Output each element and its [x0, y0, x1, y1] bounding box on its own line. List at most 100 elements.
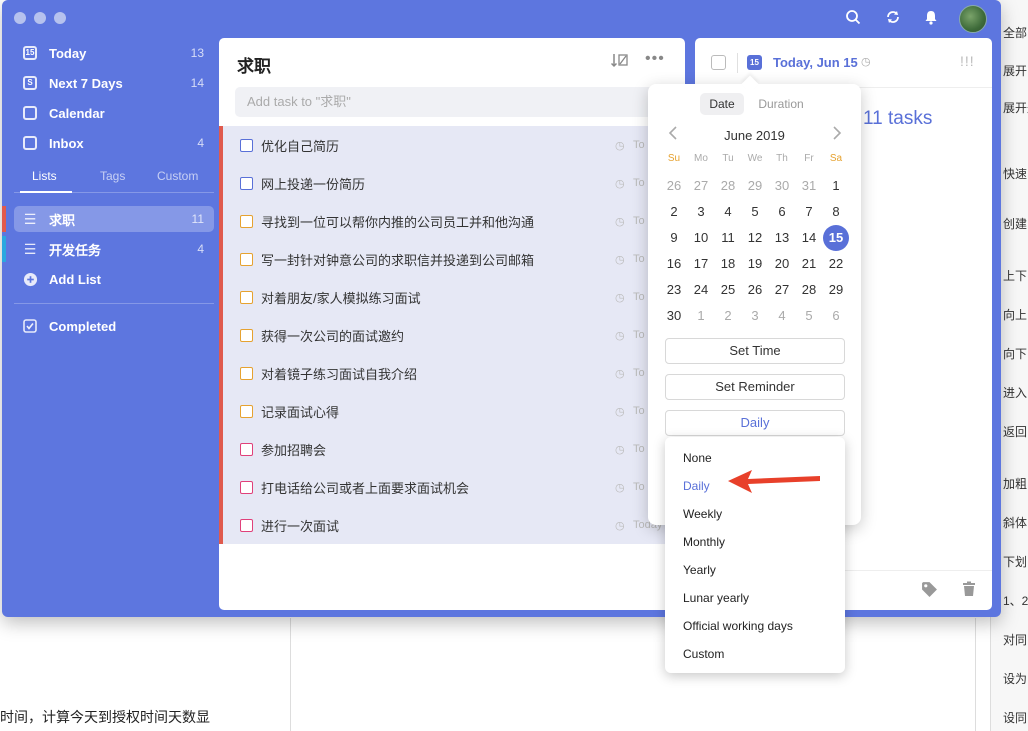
calendar-day[interactable]: 27 — [769, 277, 795, 303]
zoom-window-button[interactable] — [54, 12, 66, 24]
repeat-option[interactable]: Lunar yearly — [683, 591, 749, 605]
calendar-day[interactable]: 2 — [661, 199, 687, 225]
tab-tags[interactable]: Tags — [100, 169, 125, 183]
task-checkbox[interactable] — [240, 442, 253, 456]
calendar-day[interactable]: 27 — [688, 173, 714, 199]
calendar-day[interactable]: 5 — [742, 199, 768, 225]
calendar-day[interactable]: 4 — [715, 199, 741, 225]
task-row[interactable]: 写一封针对钟意公司的求职信并投递到公司邮箱 ◷ To — [219, 240, 685, 278]
calendar-day[interactable]: 3 — [742, 303, 768, 329]
repeat-option[interactable]: Official working days — [683, 619, 793, 633]
sidebar-list-job[interactable]: ☰ 求职 11 — [2, 206, 214, 232]
calendar-day[interactable]: 22 — [823, 251, 849, 277]
add-list-button[interactable]: Add List — [14, 266, 214, 292]
task-row[interactable]: 对着朋友/家人模拟练习面试 ◷ To — [219, 278, 685, 316]
task-checkbox[interactable] — [240, 518, 253, 532]
calendar-day[interactable]: 30 — [769, 173, 795, 199]
detail-checkbox[interactable] — [711, 55, 726, 70]
trash-icon[interactable] — [962, 581, 976, 601]
task-row[interactable]: 打电话给公司或者上面要求面试机会 ◷ To — [219, 468, 685, 506]
task-checkbox[interactable] — [240, 214, 253, 228]
close-window-button[interactable] — [14, 12, 26, 24]
tab-custom[interactable]: Custom — [157, 169, 198, 183]
calendar-day[interactable]: 8 — [823, 199, 849, 225]
more-options-icon[interactable]: ••• — [645, 50, 665, 68]
task-checkbox[interactable] — [240, 366, 253, 380]
calendar-day[interactable]: 7 — [796, 199, 822, 225]
task-checkbox[interactable] — [240, 138, 253, 152]
calendar-day[interactable]: 2 — [715, 303, 741, 329]
task-row[interactable]: 记录面试心得 ◷ To — [219, 392, 685, 430]
repeat-option[interactable]: Yearly — [683, 563, 716, 577]
task-checkbox[interactable] — [240, 404, 253, 418]
chevron-right-icon[interactable] — [832, 126, 842, 143]
calendar-day[interactable]: 29 — [823, 277, 849, 303]
calendar-day[interactable]: 29 — [742, 173, 768, 199]
calendar-day[interactable]: 31 — [796, 173, 822, 199]
tab-date[interactable]: Date — [700, 93, 744, 115]
add-task-input[interactable]: Add task to "求职" — [235, 87, 675, 117]
sidebar-item-inbox[interactable]: Inbox 4 — [14, 130, 214, 156]
due-date-button[interactable]: Today, Jun 15 — [773, 55, 858, 70]
calendar-day[interactable]: 28 — [715, 173, 741, 199]
tab-lists[interactable]: Lists — [32, 169, 57, 183]
sidebar-item-today[interactable]: 15 Today 13 — [14, 40, 214, 66]
repeat-option[interactable]: Custom — [683, 647, 724, 661]
calendar-day[interactable]: 26 — [742, 277, 768, 303]
task-row[interactable]: 参加招聘会 ◷ To — [219, 430, 685, 468]
calendar-day[interactable]: 1 — [823, 173, 849, 199]
calendar-day[interactable]: 1 — [688, 303, 714, 329]
task-checkbox[interactable] — [240, 480, 253, 494]
user-avatar[interactable] — [959, 5, 987, 33]
calendar-day[interactable]: 20 — [769, 251, 795, 277]
calendar-day[interactable]: 12 — [742, 225, 768, 251]
repeat-option[interactable]: None — [683, 451, 712, 465]
calendar-day[interactable]: 9 — [661, 225, 687, 251]
repeat-select[interactable]: Daily — [665, 410, 845, 436]
calendar-day[interactable]: 19 — [742, 251, 768, 277]
notification-bell-icon[interactable] — [920, 9, 942, 31]
calendar-day[interactable]: 6 — [823, 303, 849, 329]
task-row[interactable]: 优化自己简历 ◷ To — [219, 126, 685, 164]
calendar-day[interactable]: 16 — [661, 251, 687, 277]
calendar-day[interactable]: 3 — [688, 199, 714, 225]
task-row[interactable]: 获得一次公司的面试邀约 ◷ To — [219, 316, 685, 354]
calendar-day[interactable]: 28 — [796, 277, 822, 303]
search-icon[interactable] — [842, 9, 864, 31]
set-time-button[interactable]: Set Time — [665, 338, 845, 364]
calendar-day[interactable]: 24 — [688, 277, 714, 303]
minimize-window-button[interactable] — [34, 12, 46, 24]
calendar-day[interactable]: 21 — [796, 251, 822, 277]
task-row[interactable]: 网上投递一份简历 ◷ To — [219, 164, 685, 202]
calendar-day[interactable]: 13 — [769, 225, 795, 251]
sidebar-item-completed[interactable]: Completed — [14, 313, 214, 339]
tab-duration[interactable]: Duration — [750, 93, 812, 115]
calendar-day[interactable]: 30 — [661, 303, 687, 329]
calendar-day[interactable]: 11 — [715, 225, 741, 251]
sidebar-item-calendar[interactable]: Calendar — [14, 100, 214, 126]
priority-icon[interactable]: !!! — [960, 53, 975, 69]
task-row[interactable]: 进行一次面试 ◷ Today — [219, 506, 685, 544]
sidebar-item-next-7-days[interactable]: S Next 7 Days 14 — [14, 70, 214, 96]
task-checkbox[interactable] — [240, 252, 253, 266]
tag-icon[interactable] — [921, 581, 938, 602]
calendar-day[interactable]: 25 — [715, 277, 741, 303]
task-checkbox[interactable] — [240, 290, 253, 304]
sort-icon[interactable] — [610, 52, 629, 72]
calendar-day[interactable]: 17 — [688, 251, 714, 277]
task-checkbox[interactable] — [240, 176, 253, 190]
calendar-day[interactable]: 26 — [661, 173, 687, 199]
calendar-day[interactable]: 6 — [769, 199, 795, 225]
calendar-day[interactable]: 4 — [769, 303, 795, 329]
calendar-day[interactable]: 23 — [661, 277, 687, 303]
task-row[interactable]: 寻找到一位可以帮你内推的公司员工并和他沟通 ◷ To — [219, 202, 685, 240]
task-checkbox[interactable] — [240, 328, 253, 342]
repeat-option[interactable]: Monthly — [683, 535, 725, 549]
calendar-day[interactable]: 14 — [796, 225, 822, 251]
set-reminder-button[interactable]: Set Reminder — [665, 374, 845, 400]
calendar-day[interactable]: 10 — [688, 225, 714, 251]
repeat-option[interactable]: Weekly — [683, 507, 722, 521]
calendar-day[interactable]: 18 — [715, 251, 741, 277]
task-row[interactable]: 对着镜子练习面试自我介绍 ◷ To — [219, 354, 685, 392]
sync-icon[interactable] — [882, 9, 904, 31]
